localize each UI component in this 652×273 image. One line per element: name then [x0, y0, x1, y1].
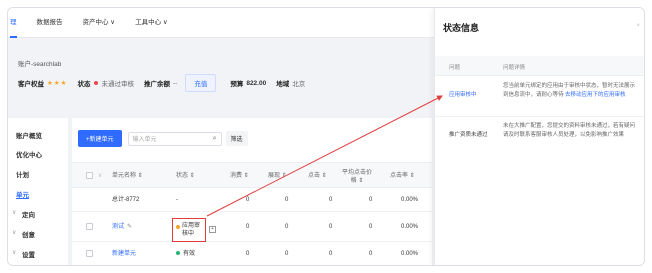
- chevron-down-icon: ∨: [98, 173, 103, 179]
- account-info: 账户-searchlab 客户权益 ★★★ 状态 未通过审核 推广余额 -- 充…: [18, 58, 432, 108]
- col-unit-name[interactable]: 单元名称 ⇕: [112, 163, 143, 189]
- cell-unit-name: 测试 ✎: [112, 212, 132, 242]
- chevron-down-icon: ∨: [12, 230, 17, 236]
- cell-unit-name: 总计-8772: [112, 197, 140, 203]
- cell-cpc: 0: [369, 224, 373, 230]
- divider: [435, 116, 644, 117]
- cell-show: 0: [285, 251, 289, 257]
- rights-label: 客户权益: [18, 81, 44, 88]
- cell-status[interactable]: 应用审核中: [182, 222, 204, 238]
- table-row: 新建单元 有效 0 0 0 0 0.00%: [72, 242, 432, 265]
- status-dot-icon: [176, 225, 180, 229]
- account-name: 账户-searchlab: [18, 61, 62, 68]
- nav-item-assets[interactable]: 资产中心 ∨: [83, 8, 116, 38]
- cell-ctr: 0.00%: [401, 224, 419, 230]
- search-input[interactable]: 输入单元 ⌕: [127, 131, 222, 146]
- nav-item-home[interactable]: 理: [10, 8, 17, 38]
- col-ctr[interactable]: 点击率 ⇕: [390, 163, 415, 189]
- cell-ctr: 0.00%: [401, 197, 419, 203]
- col-status[interactable]: 状态 ⇕: [176, 163, 195, 189]
- chevron-down-icon: ∨: [12, 250, 17, 256]
- col-click[interactable]: 点击 ⇕: [308, 163, 327, 189]
- row-checkbox[interactable]: [86, 250, 93, 257]
- status-label: 状态: [77, 81, 91, 88]
- filter-button[interactable]: 筛选: [225, 131, 248, 146]
- table-row: 测试 ✎ 应用审核中 + 0 0 0 0 0.00%: [72, 212, 432, 242]
- search-placeholder: 输入单元: [132, 137, 157, 143]
- select-all-checkbox[interactable]: [86, 172, 93, 179]
- unit-table-area: +新建单元 输入单元 ⌕ 筛选 ∨ 单元名称 ⇕ 状态 ⇕ 消费 ⇕ 展现 ⇕ …: [72, 118, 432, 265]
- status-dot-icon: [176, 251, 180, 256]
- col-cost[interactable]: 消费 ⇕: [230, 163, 249, 189]
- cell-click: 0: [329, 197, 333, 203]
- sidemenu-item-unit[interactable]: 单元: [16, 189, 29, 199]
- sidemenu-item-optimize[interactable]: 优化中心: [16, 149, 42, 159]
- sidemenu-item-creative[interactable]: 创意: [22, 229, 35, 239]
- problem-label: 应用审核中: [449, 92, 477, 98]
- status-text: 有效: [183, 251, 196, 257]
- problem-detail-link[interactable]: 去移动应用下的应用审核: [565, 92, 626, 98]
- cell-cpc: 0: [369, 251, 373, 257]
- sidemenu-item-targeting[interactable]: 定向: [22, 209, 35, 219]
- problem-detail-text: 未在大推广配置，您提交的资料审核未通过，若有疑问请及时联系客服审核人员处理，以免…: [503, 123, 636, 138]
- rights-stars: ★★★: [47, 80, 68, 87]
- cell-cost: 0: [246, 224, 250, 230]
- budget-value: 822.00: [246, 79, 267, 87]
- table-toolbar: +新建单元 输入单元 ⌕ 筛选: [78, 130, 248, 147]
- cell-cpc: 0: [369, 197, 373, 203]
- problem-label: 推广资质未通过: [449, 132, 488, 138]
- expand-icon[interactable]: +: [209, 226, 216, 233]
- unit-name-link[interactable]: 测试: [112, 224, 124, 230]
- table-row: 总计-8772 - 0 0 0 0 0.00%: [72, 188, 432, 212]
- status-dot-icon: [94, 81, 99, 85]
- nav-item-tools[interactable]: 工具中心 ∨: [135, 8, 168, 38]
- table-header: ∨ 单元名称 ⇕ 状态 ⇕ 消费 ⇕ 展现 ⇕ 点击 ⇕ 平均点击价格 ⇕ 点击…: [72, 162, 432, 188]
- problem-detail: 您当前单元绑定的应用由于审核中状态，暂时无法展示到信息流中，请耐心等待 去移动应…: [503, 82, 639, 100]
- balance-label: 推广余额: [143, 81, 170, 88]
- panel-table-header: 问题 问题详情: [435, 56, 644, 76]
- charge-button[interactable]: 充值: [185, 74, 217, 92]
- cell-show: 0: [285, 224, 289, 230]
- col-show[interactable]: 展现 ⇕: [268, 163, 287, 189]
- region-value: 北京: [292, 81, 306, 88]
- status-highlight-box: 应用审核中: [172, 218, 206, 242]
- cell-cost: 0: [246, 197, 250, 203]
- cell-status: -: [176, 197, 178, 203]
- side-menu: 账户概览 优化中心 计划 单元 ∨ 定向 ∨ 创意 ∨ 设置: [8, 118, 68, 265]
- search-icon[interactable]: ⌕: [213, 135, 217, 143]
- budget-label: 预算: [230, 81, 244, 88]
- chevron-down-icon: ∨: [12, 210, 17, 216]
- cell-ctr: 0.00%: [401, 251, 419, 257]
- balance-value: --: [172, 79, 178, 87]
- cell-cost: 0: [246, 251, 250, 257]
- cell-show: 0: [285, 197, 289, 203]
- cell-status: 有效: [176, 242, 196, 265]
- panel-title: 状态信息: [443, 23, 480, 33]
- region-label: 地域: [276, 81, 290, 88]
- col-detail: 问题详情: [503, 65, 526, 71]
- row-checkbox[interactable]: [86, 223, 93, 230]
- account-summary-row: 客户权益 ★★★ 状态 未通过审核 推广余额 -- 充值 预算 822.00 地…: [18, 74, 305, 92]
- close-icon[interactable]: ×: [636, 23, 640, 29]
- sidemenu-item-settings[interactable]: 设置: [22, 249, 35, 259]
- new-unit-button[interactable]: +新建单元: [78, 130, 122, 147]
- status-value: 未通过审核: [101, 81, 134, 88]
- unit-name-link[interactable]: 新建单元: [112, 242, 136, 265]
- status-info-panel: 状态信息 × 问题 问题详情 应用审核中 您当前单元绑定的应用由于审核中状态，暂…: [434, 8, 644, 265]
- sidemenu-item-plan[interactable]: 计划: [16, 169, 29, 179]
- cell-click: 0: [329, 251, 333, 257]
- app-window: 理 数据报告 资产中心 ∨ 工具中心 ∨ 账户-searchlab 客户权益 ★…: [7, 7, 645, 266]
- edit-icon[interactable]: ✎: [127, 224, 132, 230]
- nav-item-reports[interactable]: 数据报告: [37, 8, 63, 38]
- col-problem: 问题: [449, 65, 461, 71]
- sidemenu-item-overview[interactable]: 账户概览: [16, 130, 42, 140]
- cell-click: 0: [329, 224, 333, 230]
